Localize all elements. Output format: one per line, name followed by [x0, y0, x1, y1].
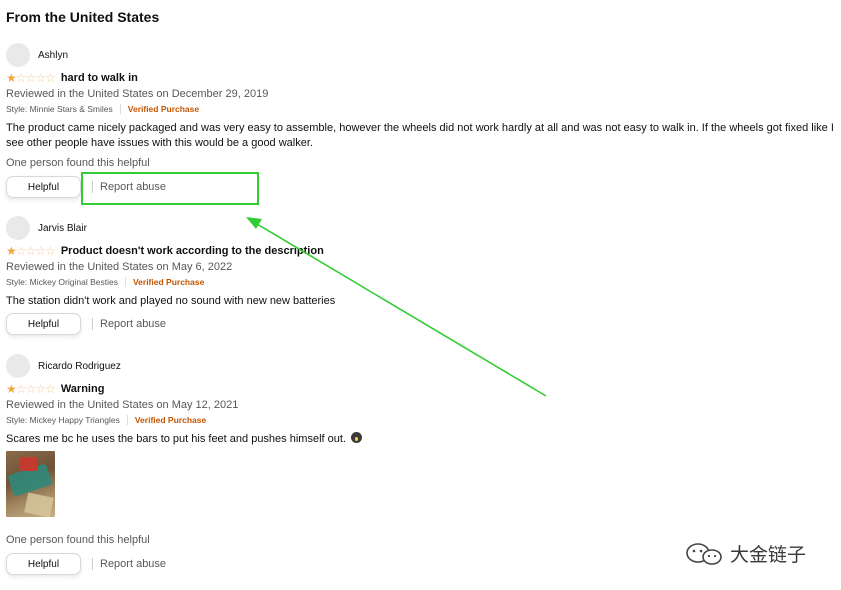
star-empty-icon: ☆: [25, 244, 37, 258]
reviewer-name[interactable]: Ashlyn: [38, 50, 68, 61]
review-photo[interactable]: [6, 451, 55, 517]
review-title[interactable]: hard to walk in: [61, 72, 138, 84]
star-empty-icon: ☆: [15, 71, 27, 85]
review-title[interactable]: Product doesn't work according to the de…: [61, 245, 324, 257]
star-empty-icon: ☆: [35, 244, 46, 258]
review-item: Jarvis Blair ★☆☆☆☆ Product doesn't work …: [6, 216, 836, 309]
reviewer-profile[interactable]: Ricardo Rodriguez: [6, 354, 836, 378]
reviewer-name[interactable]: Ricardo Rodriguez: [38, 361, 121, 372]
wechat-icon: [686, 542, 722, 565]
star-empty-icon: ☆: [45, 382, 56, 396]
verified-purchase-badge: Verified Purchase: [132, 277, 205, 287]
star-filled-icon: ★: [6, 382, 17, 396]
review-date: Reviewed in the United States on May 6, …: [6, 261, 233, 273]
star-empty-icon: ☆: [15, 382, 27, 396]
section-title: From the United States: [6, 9, 160, 25]
reviewer-profile[interactable]: Jarvis Blair: [6, 216, 836, 240]
star-empty-icon: ☆: [45, 244, 56, 258]
star-rating[interactable]: ★☆☆☆☆: [6, 244, 56, 258]
review-body: Scares me bc he uses the bars to put his…: [6, 432, 834, 447]
review-date: Reviewed in the United States on May 12,…: [6, 399, 239, 411]
reviewer-name[interactable]: Jarvis Blair: [38, 223, 87, 234]
star-rating[interactable]: ★☆☆☆☆: [6, 382, 56, 396]
review-item: Ricardo Rodriguez ★☆☆☆☆ Warning Reviewed…: [6, 354, 836, 447]
star-empty-icon: ☆: [35, 71, 46, 85]
star-empty-icon: ☆: [45, 71, 56, 85]
review-date: Reviewed in the United States on Decembe…: [6, 88, 269, 100]
review-item: Ashlyn ★☆☆☆☆ hard to walk in Reviewed in…: [6, 43, 836, 170]
star-empty-icon: ☆: [25, 71, 37, 85]
star-empty-icon: ☆: [35, 382, 46, 396]
star-rating[interactable]: ★☆☆☆☆: [6, 71, 56, 85]
star-empty-icon: ☆: [15, 244, 27, 258]
review-body-text: Scares me bc he uses the bars to put his…: [6, 433, 346, 445]
review-body: The station didn't work and played no so…: [6, 295, 336, 307]
review-actions: Helpful Report abuse: [6, 552, 166, 576]
star-filled-icon: ★: [6, 71, 17, 85]
face-screaming-emoji-icon: [351, 432, 363, 443]
avatar: [6, 354, 30, 378]
review-actions: Helpful Report abuse: [6, 312, 166, 336]
helpful-button[interactable]: Helpful: [6, 176, 81, 198]
divider: [124, 277, 126, 287]
report-abuse-link[interactable]: Report abuse: [100, 318, 166, 330]
review-style[interactable]: Style: Mickey Happy Triangles: [6, 414, 120, 426]
review-body: The product came nicely packaged and was…: [6, 122, 834, 149]
reviewer-profile[interactable]: Ashlyn: [6, 43, 836, 67]
star-empty-icon: ☆: [25, 382, 37, 396]
verified-purchase-badge: Verified Purchase: [134, 415, 207, 425]
verified-purchase-badge: Verified Purchase: [127, 104, 200, 114]
avatar: [6, 216, 30, 240]
avatar: [6, 43, 30, 67]
divider: [92, 318, 93, 330]
star-filled-icon: ★: [6, 244, 17, 258]
highlight-box: [81, 172, 259, 205]
review-style[interactable]: Style: Minnie Stars & Smiles: [6, 103, 113, 115]
divider: [119, 104, 121, 114]
helpful-button[interactable]: Helpful: [6, 313, 81, 335]
review-title[interactable]: Warning: [61, 383, 105, 395]
divider: [92, 558, 93, 570]
watermark: 大金链子: [684, 540, 806, 567]
helpful-count: One person found this helpful: [6, 534, 150, 546]
review-style[interactable]: Style: Mickey Original Besties: [6, 276, 118, 288]
report-abuse-link[interactable]: Report abuse: [100, 558, 166, 570]
helpful-button[interactable]: Helpful: [6, 553, 81, 575]
watermark-text: 大金链子: [730, 544, 807, 566]
divider: [126, 415, 128, 425]
helpful-count: One person found this helpful: [6, 157, 150, 169]
